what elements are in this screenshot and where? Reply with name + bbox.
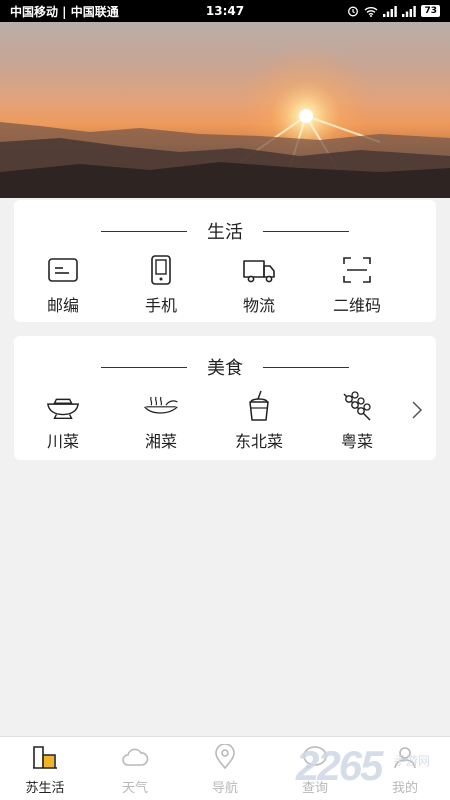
user-icon [391,743,419,771]
status-bar: 中国移动 | 中国联通 13:47 73 [0,0,450,22]
food-section-card: 美食 川菜 湘菜 东北菜 粤菜 [14,336,436,460]
cloud-icon [121,743,149,771]
alarm-icon [348,6,359,17]
tab-su-life[interactable]: 苏生活 [0,737,90,800]
tab-label: 查询 [301,781,328,796]
building-icon [31,743,59,771]
life-item-phone[interactable]: 手机 [112,254,210,316]
life-grid: 邮编 手机 物流 二维码 [14,254,436,316]
signal-icon [383,5,398,17]
truck-icon [241,254,277,286]
tab-mine[interactable]: 我的 [360,737,450,800]
postcode-icon [45,254,81,286]
skewer-icon [339,390,375,422]
food-item-label: 川菜 [46,432,79,451]
food-item-sichuan[interactable]: 川菜 [14,390,112,452]
drink-icon [241,390,277,422]
food-item-label: 东北菜 [234,432,283,451]
tab-label: 导航 [211,781,238,796]
food-item-northeast[interactable]: 东北菜 [210,390,308,452]
divider-right [263,230,349,232]
food-item-label: 粤菜 [340,432,373,451]
life-item-label: 物流 [242,296,275,315]
tab-navigation[interactable]: 导航 [180,737,270,800]
divider-left [101,366,187,368]
life-section-header: 生活 [14,218,436,244]
tab-label: 我的 [391,781,418,796]
status-icons: 73 [347,5,440,17]
tab-query[interactable]: 查询 [270,737,360,800]
location-pin-icon [211,743,239,771]
divider-left [101,230,187,232]
tab-weather[interactable]: 天气 [90,737,180,800]
life-item-label: 邮编 [46,296,79,315]
life-item-logistics[interactable]: 物流 [210,254,308,316]
life-item-label: 二维码 [332,296,381,315]
tab-label: 苏生活 [25,781,65,796]
tab-label: 天气 [121,781,148,796]
signal-icon-2 [402,5,417,17]
divider-right [263,366,349,368]
life-item-postcode[interactable]: 邮编 [14,254,112,316]
food-grid: 川菜 湘菜 东北菜 粤菜 [14,390,436,452]
phone-icon [143,254,179,286]
chevron-right-icon[interactable] [410,400,424,420]
food-section-title: 美食 [207,358,243,379]
bottom-tab-bar: 苏生活 天气 导航 查询 我的 [0,736,450,800]
search-chat-icon [301,743,329,771]
life-section-card: 生活 邮编 手机 物流 二维码 [14,200,436,322]
hotpot-icon [45,390,81,422]
food-section-header: 美食 [14,354,436,380]
carrier-label: 中国移动 | 中国联通 [10,4,119,19]
life-section-title: 生活 [207,222,243,243]
food-item-cantonese[interactable]: 粤菜 [308,390,406,452]
life-item-label: 手机 [144,296,177,315]
battery-level: 73 [421,5,440,17]
wifi-icon [365,6,378,17]
dish-icon [143,390,179,422]
banner-image[interactable] [0,22,450,198]
qr-scan-icon [339,254,375,286]
food-item-hunan[interactable]: 湘菜 [112,390,210,452]
food-item-label: 湘菜 [144,432,177,451]
life-item-qrcode[interactable]: 二维码 [308,254,406,316]
sunset-mountains-image [0,22,450,198]
